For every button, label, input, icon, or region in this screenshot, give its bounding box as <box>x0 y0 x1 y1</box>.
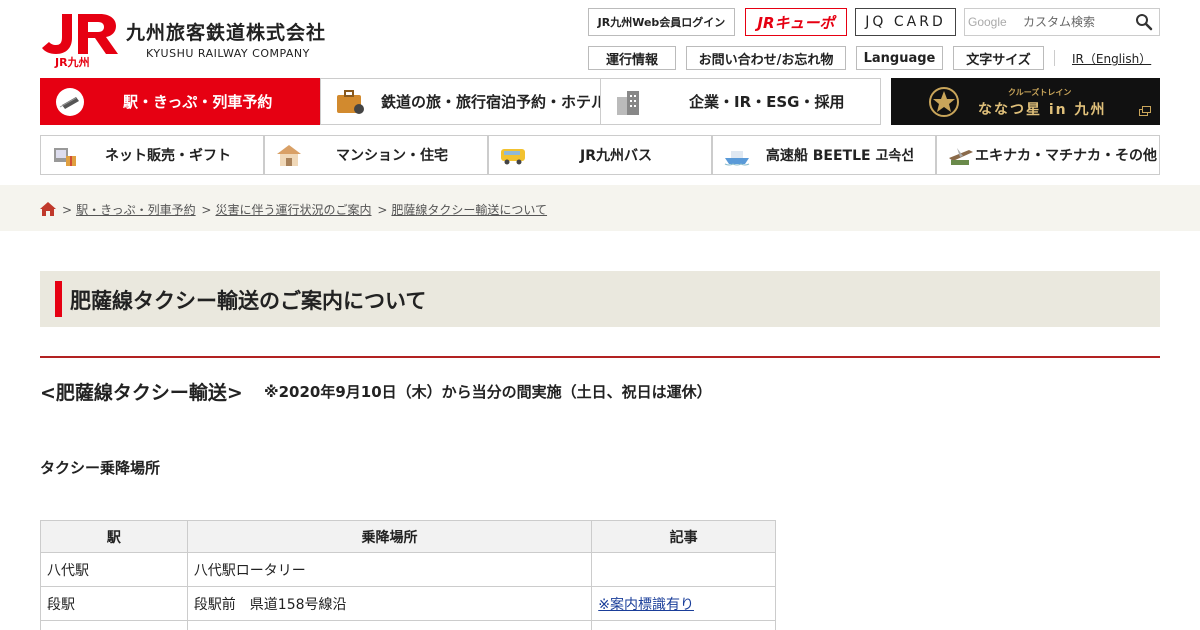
nav-beetle-ferry[interactable]: 高速船 BEETLE 고속선 <box>712 135 936 175</box>
language-button[interactable]: Language <box>856 46 943 70</box>
nav-bus-label: JR九州バス <box>580 148 652 164</box>
nav-beetle-ferry-label: 高速船 BEETLE 고속선 <box>765 148 915 164</box>
guide-sign-link[interactable]: ※案内標識有り <box>598 597 694 613</box>
home-icon[interactable] <box>40 202 56 216</box>
divider <box>1054 50 1055 66</box>
nanatsuboshi-subtitle: クルーズトレイン <box>1008 88 1072 97</box>
service-info-button[interactable]: 運行情報 <box>588 46 676 70</box>
breadcrumb-link-tickets[interactable]: 駅・きっぷ・列車予約 <box>76 203 196 217</box>
jr-kyupo-button[interactable]: JRキューポ <box>745 8 847 36</box>
nav-tickets[interactable]: 駅・きっぷ・列車予約 <box>40 78 321 125</box>
table-header-station: 駅 <box>40 520 188 553</box>
taxi-stops-table: 駅 乗降場所 記事 八代駅 八代駅ロータリー 段駅 段駅前 県道158号線沿 ※… <box>40 520 776 630</box>
breadcrumb-separator: > <box>201 203 212 217</box>
suitcase-icon <box>337 89 364 114</box>
ship-icon <box>724 151 750 166</box>
subheading-taxi-stops: タクシー乗降場所 <box>40 459 161 477</box>
breadcrumb-separator: > <box>62 203 73 217</box>
shop-gift-icon <box>54 148 76 166</box>
table-cell-station: 八代駅 <box>40 552 188 587</box>
inquiry-button[interactable]: お問い合わせ/お忘れ物 <box>686 46 846 70</box>
nav-bus[interactable]: JR九州バス <box>488 135 712 175</box>
search-icon[interactable] <box>1135 13 1153 31</box>
nav-online-shop[interactable]: ネット販売・ギフト <box>40 135 264 175</box>
nav-corporate-label: 企業・IR・ESG・採用 <box>689 93 845 111</box>
secondary-nav: ネット販売・ギフト マンション・住宅 JR九州バス 高速船 BEETLE 고속선 <box>40 135 1160 175</box>
table-cell-place: 段駅前 県道158号線沿 <box>186 586 593 621</box>
table-header-place: 乗降場所 <box>186 520 593 553</box>
table-row: 八代駅 八代駅ロータリー <box>40 552 776 587</box>
nav-housing-label: マンション・住宅 <box>336 148 448 164</box>
train-airplane-icon <box>949 148 973 165</box>
table-header-row: 駅 乗降場所 記事 <box>40 520 776 553</box>
bus-icon <box>501 149 525 165</box>
web-member-login-button[interactable]: JR九州Web会員ログイン <box>588 8 735 36</box>
nanatsuboshi-title: ななつ星 in 九州 <box>978 102 1107 118</box>
jr-logo-icon <box>42 14 118 54</box>
table-cell-station <box>40 620 188 630</box>
ir-english-link[interactable]: IR（English） <box>1072 50 1151 67</box>
building-icon <box>617 90 639 115</box>
table-cell-note <box>591 552 776 587</box>
nanatsuboshi-emblem-icon <box>929 87 959 117</box>
table-row <box>40 620 776 630</box>
breadcrumb-separator: > <box>377 203 388 217</box>
jr-kyushu-logo[interactable]: JR九州 九州旅客鉄道株式会社 KYUSHU RAILWAY COMPANY <box>40 12 325 70</box>
table-row: 段駅 段駅前 県道158号線沿 ※案内標識有り <box>40 586 776 621</box>
company-name-en: KYUSHU RAILWAY COMPANY <box>146 47 310 60</box>
section-heading: <肥薩線タクシー輸送> <box>40 382 243 404</box>
search-input[interactable] <box>1023 12 1133 32</box>
site-header: JR九州 九州旅客鉄道株式会社 KYUSHU RAILWAY COMPANY J… <box>0 0 1200 78</box>
breadcrumb-trail: > 駅・きっぷ・列車予約 > 災害に伴う運行状況のご案内 > 肥薩線タクシー輸送につい… <box>60 201 547 218</box>
nav-housing[interactable]: マンション・住宅 <box>264 135 488 175</box>
section-note: ※2020年9月10日（木）から当分の間実施（土日、祝日は運休） <box>264 383 712 401</box>
title-accent-bar <box>55 281 62 317</box>
table-cell-note: ※案内標識有り <box>591 586 776 621</box>
nav-nanatsuboshi-banner[interactable]: クルーズトレイン ななつ星 in 九州 <box>891 78 1160 125</box>
breadcrumb-link-disaster[interactable]: 災害に伴う運行状況のご案内 <box>215 203 371 217</box>
nav-travel-label: 鉄道の旅・旅行宿泊予約・ホテル <box>381 93 607 111</box>
section-divider <box>40 356 1160 358</box>
font-size-button[interactable]: 文字サイズ <box>953 46 1044 70</box>
nav-online-shop-label: ネット販売・ギフト <box>105 148 231 164</box>
table-cell-place: 八代駅ロータリー <box>186 552 593 587</box>
table-cell-station: 段駅 <box>40 586 188 621</box>
nav-ekinaka-label: エキナカ・マチナカ・その他 <box>975 148 1157 164</box>
jq-card-button[interactable]: JQ CARD <box>855 8 956 36</box>
table-cell-place <box>186 620 593 630</box>
table-cell-note <box>591 620 776 630</box>
breadcrumb-link-current[interactable]: 肥薩線タクシー輸送について <box>391 203 547 217</box>
nav-corporate[interactable]: 企業・IR・ESG・採用 <box>600 78 881 125</box>
google-label: Google <box>968 15 1007 29</box>
external-link-icon <box>1139 106 1151 116</box>
nav-ekinaka[interactable]: エキナカ・マチナカ・その他 <box>936 135 1160 175</box>
company-name: 九州旅客鉄道株式会社 <box>126 22 327 44</box>
house-icon <box>277 145 301 166</box>
custom-search: Google <box>964 8 1160 36</box>
table-header-note: 記事 <box>591 520 776 553</box>
breadcrumb: > 駅・きっぷ・列車予約 > 災害に伴う運行状況のご案内 > 肥薩線タクシー輸送につい… <box>0 185 1200 231</box>
logo-subtext: JR九州 <box>55 56 90 69</box>
primary-nav: 駅・きっぷ・列車予約 鉄道の旅・旅行宿泊予約・ホテル 企業・IR・ESG・採用 … <box>40 78 1160 125</box>
nav-tickets-label: 駅・きっぷ・列車予約 <box>123 93 273 111</box>
page-title: 肥薩線タクシー輸送のご案内について <box>70 289 427 313</box>
ticket-icon <box>56 87 84 116</box>
page-title-box: 肥薩線タクシー輸送のご案内について <box>40 271 1160 327</box>
nav-travel[interactable]: 鉄道の旅・旅行宿泊予約・ホテル <box>320 78 606 125</box>
